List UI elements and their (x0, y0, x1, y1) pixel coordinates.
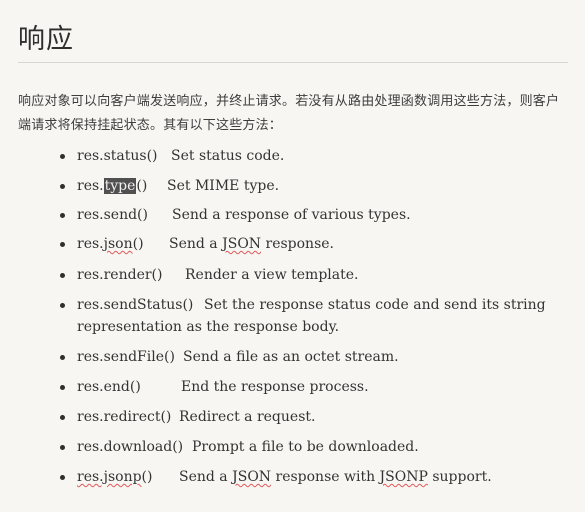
bullet-icon (60, 213, 65, 218)
method-description: Send a JSON response. (169, 236, 334, 252)
method-text: res.jsonp() Send a JSON response with JSO… (77, 466, 565, 488)
method-description: Render a view template. (185, 267, 359, 283)
method-name: res.render() (77, 267, 163, 283)
bullet-icon (60, 445, 65, 450)
method-name: res.sendFile() (77, 349, 175, 365)
method-name: res.json() (77, 233, 169, 255)
bullet-icon (60, 475, 65, 480)
method-description-line-2: representation as the response body. (77, 319, 340, 335)
description-middle: response with (271, 469, 380, 485)
bullet-icon (60, 242, 65, 247)
method-text: res.sendStatus() Set the response status … (77, 294, 565, 338)
method-text: res.sendFile() Send a file as an octet st… (77, 346, 565, 368)
method-description-line-1: Set the response status code and send it… (204, 297, 546, 313)
method-item-jsonp: res.jsonp() Send a JSON response with JSO… (60, 466, 565, 496)
document-page: 响应 响应对象可以向客户端发送响应，并终止请求。若没有从路由处理函数调用这些方法… (0, 0, 585, 512)
method-item-render: res.render() Render a view template. (60, 264, 565, 294)
spellcheck-word: JSONP (379, 469, 428, 485)
spellcheck-word: JSON (222, 236, 262, 252)
method-name: res.send() (77, 207, 148, 223)
method-description: Set status code. (171, 148, 285, 164)
intro-paragraph: 响应对象可以向客户端发送响应，并终止请求。若没有从路由处理函数调用这些方法，则客… (18, 94, 560, 133)
method-item-end: res.end() End the response process. (60, 376, 565, 406)
method-item-status: res.status() Set status code. (60, 145, 565, 170)
method-name: res.download() (77, 439, 184, 455)
method-name: res.sendStatus() (77, 297, 194, 313)
method-item-json: res.json() Send a JSON response. (60, 233, 565, 264)
method-description: Prompt a file to be downloaded. (192, 439, 419, 455)
method-description: Redirect a request. (179, 409, 316, 425)
method-description: Send a response of various types. (172, 207, 411, 223)
method-name: res.status() (77, 148, 158, 164)
method-text: res.redirect() Redirect a request. (77, 406, 565, 428)
bullet-icon (60, 415, 65, 420)
method-text: res.download() Prompt a file to be downlo… (77, 436, 565, 458)
description-prefix: Send a (169, 236, 223, 252)
method-text: res.status() Set status code. (77, 145, 565, 167)
method-description: Send a JSON response with JSONP support. (179, 469, 492, 485)
bullet-icon (60, 154, 65, 159)
spellcheck-word: res.jsonp (77, 469, 142, 485)
method-item-type: res.type() Set MIME type. (60, 175, 565, 204)
method-item-download: res.download() Prompt a file to be downlo… (60, 436, 565, 466)
method-name: res.jsonp() (77, 466, 179, 488)
method-text: res.json() Send a JSON response. (77, 233, 565, 255)
method-description: Send a file as an octet stream. (183, 349, 399, 365)
bullet-icon (60, 273, 65, 278)
bullet-icon (60, 355, 65, 360)
method-name: res.type() (77, 175, 167, 197)
method-name-prefix: res. (77, 178, 104, 194)
method-text: res.send() Send a response of various typ… (77, 204, 565, 226)
response-method-list: res.status() Set status code. res.type() S… (60, 145, 565, 496)
method-item-redirect: res.redirect() Redirect a request. (60, 406, 565, 436)
method-text: res.end() End the response process. (77, 376, 565, 398)
description-suffix: response. (261, 236, 334, 252)
method-item-send-status: res.sendStatus() Set the response status … (60, 294, 565, 346)
method-name-suffix: () (136, 178, 148, 194)
method-description: Set MIME type. (167, 178, 280, 194)
description-prefix: Send a (179, 469, 233, 485)
method-name: res.end() (77, 379, 141, 395)
page-title: 响应 (18, 24, 74, 56)
method-name-prefix: res. (77, 236, 104, 252)
method-name: res.redirect() (77, 409, 172, 425)
spellcheck-word: JSON (232, 469, 272, 485)
description-suffix: support. (427, 469, 492, 485)
bullet-icon (60, 385, 65, 390)
spellcheck-word: json (103, 236, 133, 252)
bullet-icon (60, 303, 65, 308)
method-item-send-file: res.sendFile() Send a file as an octet st… (60, 346, 565, 376)
bullet-icon (60, 184, 65, 189)
method-name-suffix: () (141, 469, 153, 485)
method-description: End the response process. (181, 379, 369, 395)
selected-text-highlight[interactable]: type (103, 178, 137, 194)
method-text: res.render() Render a view template. (77, 264, 565, 286)
method-text: res.type() Set MIME type. (77, 175, 565, 197)
title-divider (18, 62, 568, 63)
method-name-suffix: () (132, 236, 144, 252)
method-item-send: res.send() Send a response of various typ… (60, 204, 565, 233)
